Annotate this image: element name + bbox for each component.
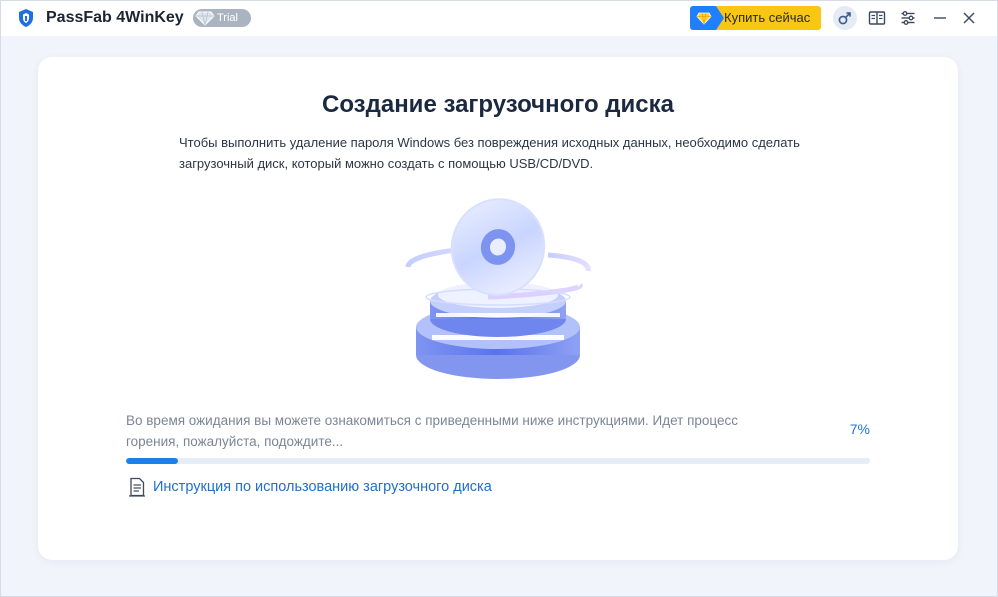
settings-button[interactable] bbox=[896, 6, 920, 30]
document-icon bbox=[129, 477, 145, 497]
boot-disk-guide-link-label: Инструкция по использованию загрузочного… bbox=[153, 479, 492, 495]
buy-now-label: Купить сейчас bbox=[724, 10, 811, 25]
progress-bar bbox=[126, 458, 870, 464]
guide-button[interactable] bbox=[865, 6, 889, 30]
close-icon bbox=[963, 12, 975, 24]
trial-badge[interactable]: Trial bbox=[193, 9, 251, 27]
book-icon bbox=[868, 11, 886, 25]
buy-now-button[interactable]: Купить сейчас bbox=[690, 6, 821, 30]
burning-disk-illustration bbox=[405, 198, 591, 379]
page-title: Создание загрузочного диска bbox=[322, 91, 674, 118]
progress-message: Во время ожидания вы можете ознакомиться… bbox=[126, 413, 739, 449]
page-description: Чтобы выполнить удаление пароля Windows … bbox=[179, 135, 800, 171]
user-button[interactable] bbox=[833, 6, 857, 30]
minimize-button[interactable] bbox=[928, 6, 952, 30]
trial-badge-label: Trial bbox=[217, 12, 238, 24]
user-gender-icon bbox=[838, 12, 851, 25]
diamond-icon bbox=[696, 12, 712, 25]
diamond-icon bbox=[195, 11, 215, 26]
title-bar: PassFab 4WinKey Trial Купить сейчас bbox=[0, 0, 998, 36]
progress-bar-fill bbox=[126, 458, 179, 464]
main-card: Создание загрузочного диска Чтобы выполн… bbox=[38, 57, 958, 560]
passfab-logo-icon bbox=[19, 9, 33, 27]
app-title: PassFab 4WinKey bbox=[46, 9, 184, 26]
buy-icon-container bbox=[690, 6, 724, 30]
progress-percent: 7% bbox=[849, 421, 870, 437]
close-button[interactable] bbox=[957, 6, 981, 30]
boot-disk-guide-link[interactable]: Инструкция по использованию загрузочного… bbox=[128, 476, 492, 498]
sliders-icon bbox=[901, 11, 915, 25]
minimize-icon bbox=[934, 17, 946, 19]
